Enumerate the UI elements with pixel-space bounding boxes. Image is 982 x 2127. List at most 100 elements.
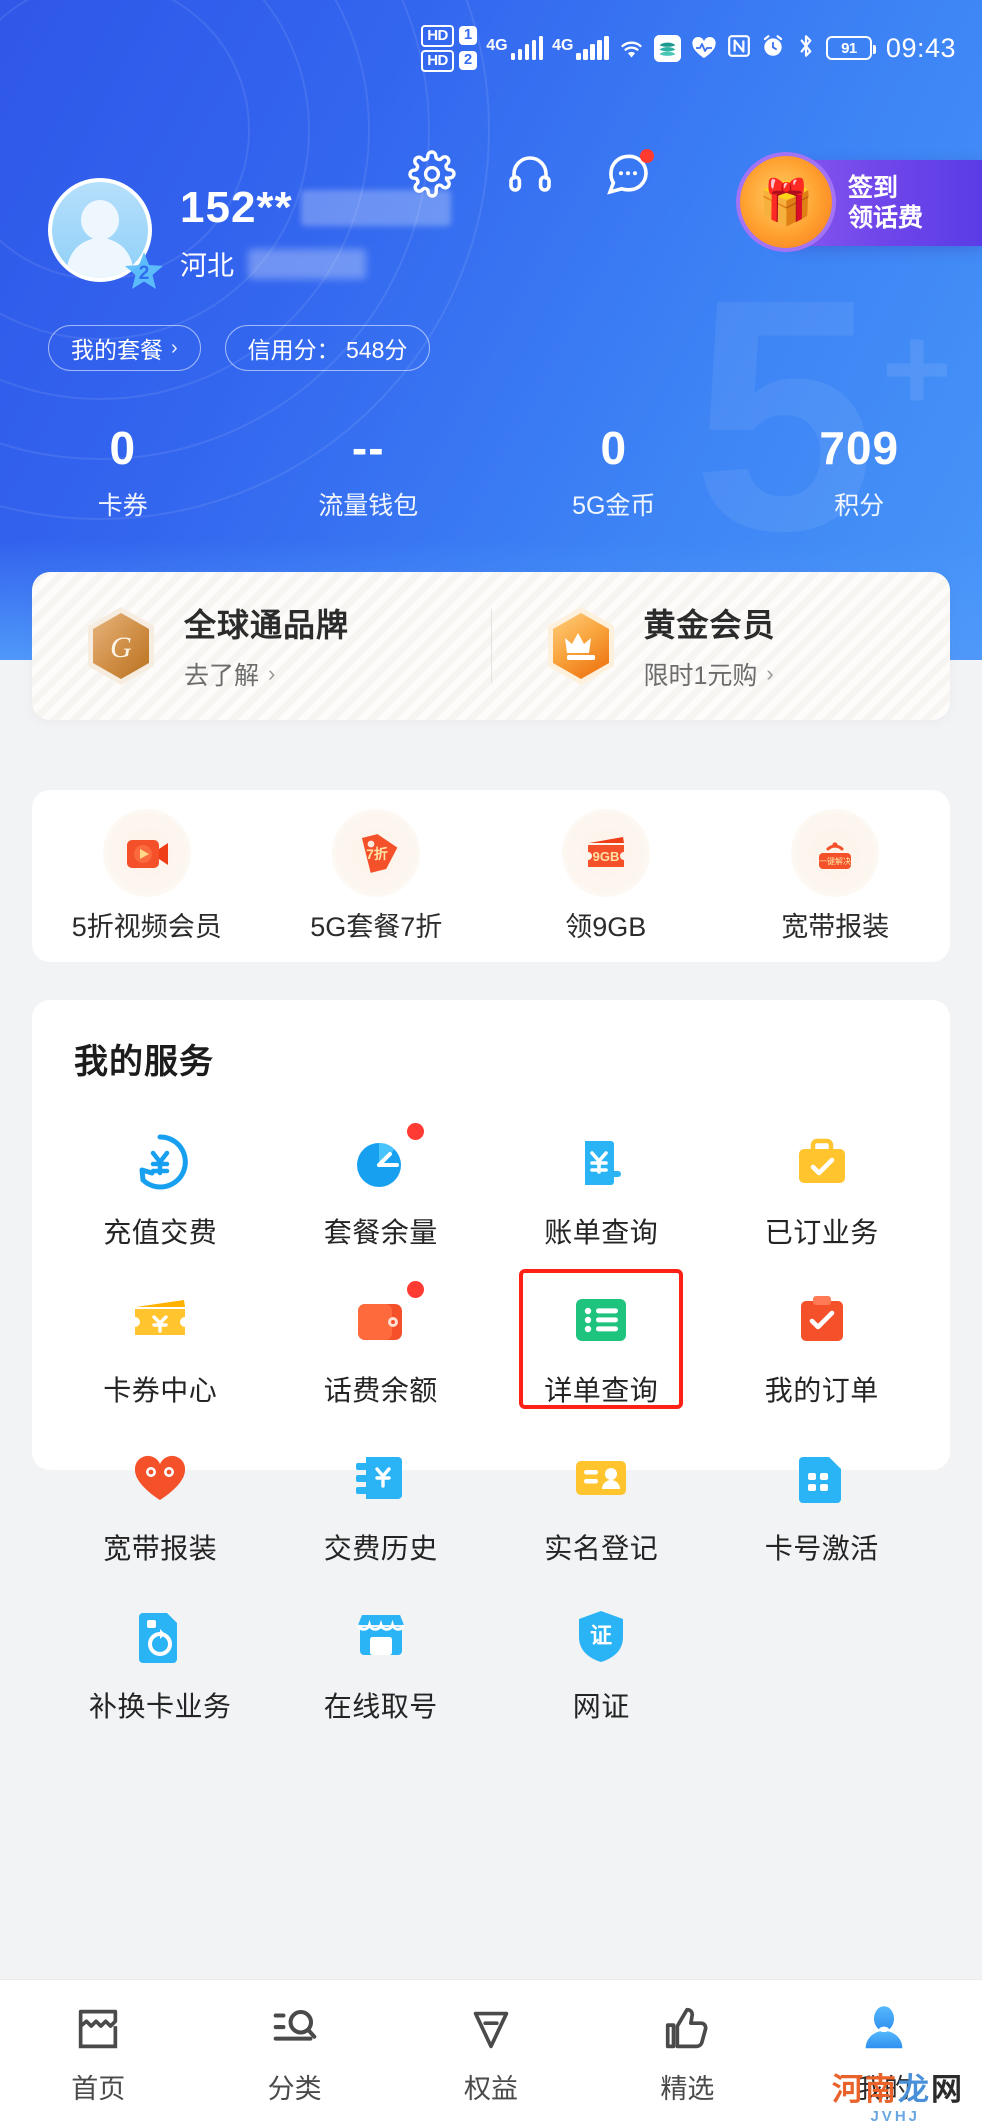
service-balance[interactable]: 话费余额 xyxy=(271,1261,492,1419)
video-player-icon xyxy=(102,808,191,897)
tab-label: 我的 xyxy=(856,2073,911,2104)
coupon-ticket-icon xyxy=(127,1287,193,1353)
my-plan-label: 我的套餐 xyxy=(71,337,163,363)
svg-text:7折: 7折 xyxy=(366,846,388,862)
svg-text:G: G xyxy=(110,631,132,664)
service-plan-balance[interactable]: 套餐余量 xyxy=(271,1103,492,1261)
promo-video-membership[interactable]: 5折视频会员 xyxy=(32,808,262,944)
promo-5g-plan-discount[interactable]: 7折 5G套餐7折 xyxy=(262,808,492,944)
decorative-letter: 5 xyxy=(692,230,875,599)
tab-featured[interactable]: 精选 xyxy=(589,2002,785,2106)
service-sim-activation[interactable]: 卡号激活 xyxy=(712,1419,933,1577)
network-type-1: 4G xyxy=(486,37,508,54)
notification-badge-dot xyxy=(406,1123,424,1140)
store-icon xyxy=(348,1603,414,1669)
chevron-right-icon: › xyxy=(268,661,276,686)
service-my-orders[interactable]: 我的订单 xyxy=(712,1261,933,1419)
notification-badge-dot xyxy=(406,1281,424,1298)
customer-support-button[interactable] xyxy=(506,150,554,198)
brand-card: G 全球通品牌 去了解 › 黄金会员 限时1元购 › xyxy=(32,572,950,720)
service-net-certificate[interactable]: 证 网证 xyxy=(491,1577,712,1735)
service-payment-history[interactable]: 交费历史 xyxy=(271,1419,492,1577)
thumbs-up-icon xyxy=(660,2007,714,2060)
brand-title: 全球通品牌 xyxy=(184,607,350,643)
tab-category[interactable]: 分类 xyxy=(196,2002,392,2106)
my-plan-chip[interactable]: 我的套餐 › xyxy=(48,325,201,371)
network-type-2: 4G xyxy=(552,37,574,54)
tab-label: 权益 xyxy=(464,2073,519,2104)
signal-indicator-2: 4G xyxy=(552,36,609,60)
broadband-heart-icon xyxy=(127,1445,193,1511)
service-real-name-registration[interactable]: 实名登记 xyxy=(491,1419,712,1577)
credit-score-chip[interactable]: 信用分： 548分 xyxy=(224,325,431,371)
signal-bars-2 xyxy=(576,36,609,60)
service-broadband-install[interactable]: 宽带报装 xyxy=(50,1419,271,1577)
stats-row: 0 卡券 -- 流量钱包 0 5G金币 709 积分 xyxy=(0,420,982,522)
service-label: 实名登记 xyxy=(544,1533,659,1564)
service-label: 宽带报装 xyxy=(103,1533,218,1564)
stat-value: 0 xyxy=(600,422,628,474)
service-label: 卡号激活 xyxy=(764,1533,879,1564)
services-grid: 充值交费 套餐余量 账单查询 已订业务 卡券中心 话费余额 详单查询 我的订单 … xyxy=(32,1093,950,1735)
tab-benefits[interactable]: 权益 xyxy=(393,2002,589,2106)
region-row: 河北 xyxy=(180,244,451,283)
signin-line2: 领话费 xyxy=(848,204,924,232)
promo-claim-9gb[interactable]: 9GB 领9GB xyxy=(491,808,721,944)
messages-button[interactable] xyxy=(604,149,654,198)
signin-banner[interactable]: 🎁 签到 领话费 xyxy=(736,152,982,252)
stat-points[interactable]: 709 积分 xyxy=(737,420,982,522)
tab-mine[interactable]: 我的 xyxy=(786,2002,982,2106)
service-coupon-center[interactable]: 卡券中心 xyxy=(50,1261,271,1419)
region-redaction xyxy=(248,248,366,279)
category-search-icon xyxy=(268,2009,322,2060)
stat-value: 0 xyxy=(109,422,137,474)
bill-yen-icon xyxy=(568,1129,634,1195)
service-label: 我的订单 xyxy=(764,1375,879,1406)
service-label: 详单查询 xyxy=(544,1375,659,1406)
briefcase-check-icon xyxy=(789,1129,855,1195)
service-bill-query[interactable]: 账单查询 xyxy=(491,1103,712,1261)
wallet-icon xyxy=(348,1287,414,1353)
service-subscribed-services[interactable]: 已订业务 xyxy=(712,1103,933,1261)
brand-subtitle-row: 限时1元购 › xyxy=(644,656,776,692)
tab-label: 精选 xyxy=(660,2073,715,2104)
tab-home[interactable]: 首页 xyxy=(0,2002,196,2106)
promo-label: 5折视频会员 xyxy=(71,911,222,942)
app-screen: 5 + HD 1 HD 2 4G 4G 91 09:43 🎁 签到 领话费 2 … xyxy=(0,0,982,2127)
price-tag-icon: 7折 xyxy=(332,808,421,897)
brand-globaltone[interactable]: G 全球通品牌 去了解 › xyxy=(32,600,491,692)
service-label: 充值交费 xyxy=(103,1217,218,1248)
brand-title: 黄金会员 xyxy=(643,607,776,643)
profile-chips: 我的套餐 › 信用分： 548分 xyxy=(48,325,431,371)
dual-sim-indicators: HD 1 HD 2 xyxy=(421,24,478,72)
stat-5g-coins[interactable]: 0 5G金币 xyxy=(491,420,737,522)
phone-number-text: 152** xyxy=(180,183,293,232)
list-detail-icon xyxy=(568,1287,634,1353)
service-online-queue[interactable]: 在线取号 xyxy=(271,1577,492,1735)
service-label: 交费历史 xyxy=(323,1533,438,1564)
stat-data-wallet[interactable]: -- 流量钱包 xyxy=(246,420,492,522)
payment-history-icon xyxy=(348,1445,414,1511)
profile-block[interactable]: 2 152** 河北 xyxy=(48,178,451,289)
stat-label: 积分 xyxy=(834,492,885,520)
status-bar-clock: 09:43 xyxy=(885,32,956,63)
service-detail-query[interactable]: 详单查询 xyxy=(491,1261,712,1419)
service-sim-replacement[interactable]: 补换卡业务 xyxy=(50,1577,271,1735)
decorative-plus: + xyxy=(881,302,952,436)
credit-score-label: 信用分： 548分 xyxy=(247,337,408,363)
svg-text:证: 证 xyxy=(590,1623,612,1648)
chevron-right-icon: › xyxy=(766,661,774,686)
brand-gold-member[interactable]: 黄金会员 限时1元购 › xyxy=(492,600,951,692)
broadband-router-icon: 一键解决 xyxy=(791,808,880,897)
service-recharge[interactable]: 充值交费 xyxy=(50,1103,271,1261)
stat-value: -- xyxy=(351,422,385,474)
service-label: 账单查询 xyxy=(544,1217,659,1248)
tab-label: 分类 xyxy=(267,2073,322,2104)
promo-broadband-install[interactable]: 一键解决 宽带报装 xyxy=(721,808,951,944)
stat-label: 卡券 xyxy=(97,492,148,520)
promo-label: 领9GB xyxy=(565,911,647,942)
brand-subtitle-row: 去了解 › xyxy=(184,656,349,692)
my-services-body: 充值交费 套餐余量 账单查询 已订业务 卡券中心 话费余额 详单查询 我的订单 … xyxy=(32,1093,950,1722)
brand-subtitle: 限时1元购 xyxy=(643,662,758,690)
stat-coupons[interactable]: 0 卡券 xyxy=(0,420,246,522)
